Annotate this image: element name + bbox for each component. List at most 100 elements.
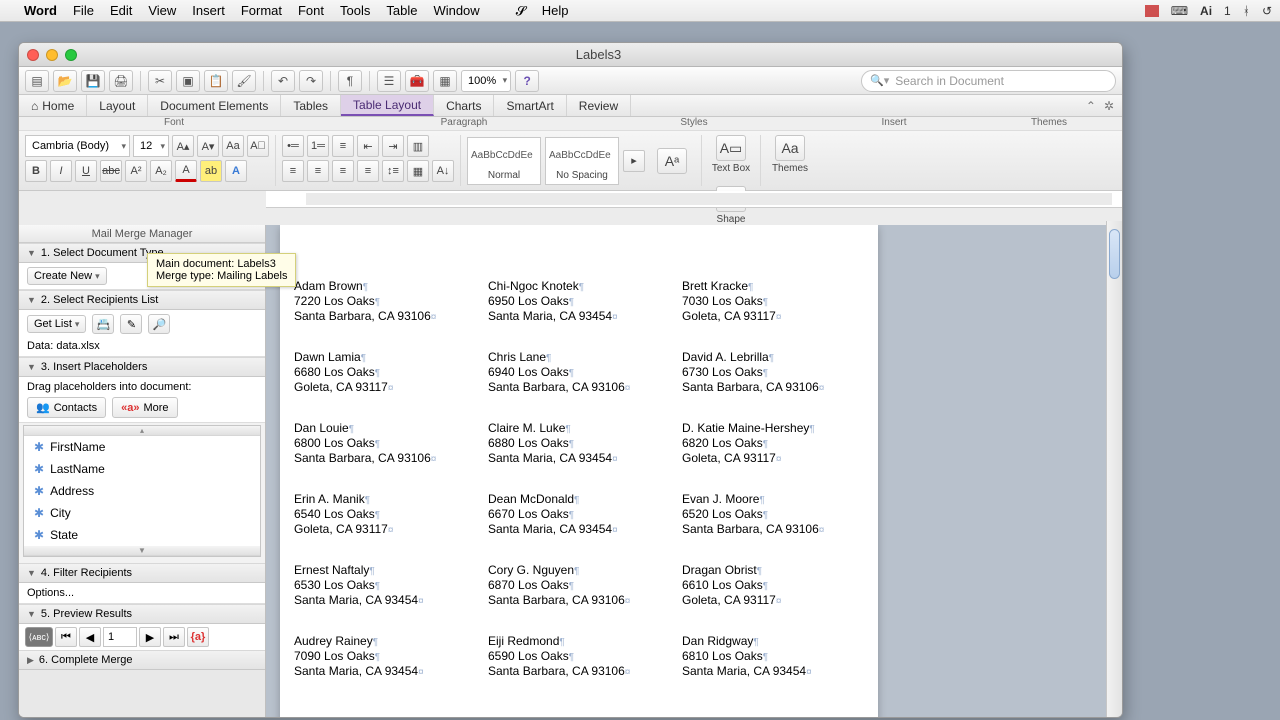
collapse-ribbon-icon[interactable]: ⌃ [1086,99,1096,113]
label-cell[interactable]: D. Katie Maine-Hershey¶6820 Los Oaks¶Gol… [676,421,870,466]
align-right-button[interactable]: ≡ [332,160,354,182]
clock-icon[interactable]: ↺ [1262,4,1272,18]
italic-button[interactable]: I [50,160,72,182]
field-lastname[interactable]: ✱LastName [24,458,260,480]
label-cell[interactable]: Erin A. Manik¶6540 Los Oaks¶Goleta, CA 9… [288,492,482,537]
create-new-button[interactable]: Create New [27,267,107,285]
menu-font[interactable]: Font [298,3,324,18]
format-painter-icon[interactable]: 🖌 [232,70,256,92]
tab-tables[interactable]: Tables [281,95,341,116]
close-button[interactable] [27,49,39,61]
label-cell[interactable]: Dean McDonald¶6670 Los Oaks¶Santa Maria,… [482,492,676,537]
horizontal-ruler[interactable] [266,191,1122,208]
print-icon[interactable]: 🖨 [109,70,133,92]
menu-insert[interactable]: Insert [192,3,225,18]
change-case-icon[interactable]: Aa [222,135,244,157]
menu-window[interactable]: Window [433,3,479,18]
label-cell[interactable]: David A. Lebrilla¶6730 Los Oaks¶Santa Ba… [676,350,870,395]
underline-button[interactable]: U [75,160,97,182]
search-input[interactable]: 🔍▾ Search in Document [861,70,1116,92]
adobe-icon[interactable]: Ai [1200,4,1212,18]
grow-font-icon[interactable]: A▴ [172,135,194,157]
edit-data-icon[interactable]: ✎ [120,314,142,334]
get-list-button[interactable]: Get List [27,315,86,333]
sidebar-icon[interactable]: ☰ [377,70,401,92]
ribbon-settings-icon[interactable]: ✲ [1104,99,1114,113]
textbox-button[interactable]: A▭Text Box [708,135,754,174]
label-cell[interactable]: Dan Ridgway¶6810 Los Oaks¶Santa Maria, C… [676,634,870,679]
font-color-button[interactable]: A [175,160,197,182]
superscript-button[interactable]: A² [125,160,147,182]
numbering-button[interactable]: 1═ [307,135,329,157]
zoom-select[interactable]: 100% [461,70,511,92]
tab-document-elements[interactable]: Document Elements [148,95,281,116]
subscript-button[interactable]: A₂ [150,160,172,182]
strike-button[interactable]: abc [100,160,122,182]
cut-icon[interactable]: ✂ [148,70,172,92]
label-cell[interactable]: Audrey Rainey¶7090 Los Oaks¶Santa Maria,… [288,634,482,679]
label-cell[interactable]: Cory G. Nguyen¶6870 Los Oaks¶Santa Barba… [482,563,676,608]
tab-charts[interactable]: Charts [434,95,494,116]
field-firstname[interactable]: ✱FirstName [24,436,260,458]
outdent-button[interactable]: ⇤ [357,135,379,157]
tab-layout[interactable]: Layout [87,95,148,116]
label-cell[interactable]: Dragan Obrist¶6610 Los Oaks¶Goleta, CA 9… [676,563,870,608]
line-spacing-button[interactable]: ↕≡ [382,160,404,182]
open-data-icon[interactable]: 📇 [92,314,114,334]
field-state[interactable]: ✱State [24,524,260,546]
columns-button[interactable]: ▥ [407,135,429,157]
step-2-header[interactable]: ▼2. Select Recipients List [19,290,265,310]
justify-button[interactable]: ≡ [357,160,379,182]
zoom-button[interactable] [65,49,77,61]
document-area[interactable]: Adam Brown¶7220 Los Oaks¶Santa Barbara, … [266,225,1122,717]
field-city[interactable]: ✱City [24,502,260,524]
label-cell[interactable]: Ernest Naftaly¶6530 Los Oaks¶Santa Maria… [288,563,482,608]
menu-file[interactable]: File [73,3,94,18]
indent-button[interactable]: ⇥ [382,135,404,157]
new-doc-icon[interactable]: ▤ [25,70,49,92]
script-icon[interactable]: 𝓢 [516,3,526,19]
first-record-button[interactable]: ⏮ [55,627,77,647]
copy-icon[interactable]: ▣ [176,70,200,92]
styles-more-icon[interactable]: ▸ [623,150,645,172]
contacts-button[interactable]: 👥Contacts [27,397,106,418]
more-fields-button[interactable]: «a»More [112,397,177,418]
bluetooth-icon[interactable]: ᚼ [1243,4,1250,18]
tab-home[interactable]: ⌂Home [19,95,87,116]
shrink-font-icon[interactable]: A▾ [197,135,219,157]
label-cell[interactable]: Dan Louie¶6800 Los Oaks¶Santa Barbara, C… [288,421,482,466]
menu-tools[interactable]: Tools [340,3,370,18]
field-address[interactable]: ✱Address [24,480,260,502]
label-cell[interactable]: Chris Lane¶6940 Los Oaks¶Santa Barbara, … [482,350,676,395]
multilevel-button[interactable]: ≡ [332,135,354,157]
open-icon[interactable]: 📂 [53,70,77,92]
bullets-button[interactable]: •═ [282,135,304,157]
last-record-button[interactable]: ⏭ [163,627,185,647]
step-4-header[interactable]: ▼4. Filter Recipients [19,563,265,583]
text-effects-button[interactable]: A [225,160,247,182]
app-name[interactable]: Word [24,3,57,18]
prev-record-button[interactable]: ◀ [79,627,101,647]
tab-table-layout[interactable]: Table Layout [341,95,434,116]
vertical-scrollbar[interactable] [1106,221,1122,717]
label-cell[interactable]: Evan J. Moore¶6520 Los Oaks¶Santa Barbar… [676,492,870,537]
menu-view[interactable]: View [148,3,176,18]
styles-pane-button[interactable]: Aᵃ [649,148,695,174]
menu-help[interactable]: Help [542,3,569,18]
undo-icon[interactable]: ↶ [271,70,295,92]
tab-review[interactable]: Review [567,95,631,116]
borders-button[interactable]: ▦ [407,160,429,182]
font-name-select[interactable]: Cambria (Body) [25,135,130,157]
step-5-header[interactable]: ▼5. Preview Results [19,604,265,624]
highlight-button[interactable]: ab [200,160,222,182]
menu-edit[interactable]: Edit [110,3,132,18]
flag-icon[interactable] [1145,5,1159,17]
scroll-up-icon[interactable] [24,426,260,436]
keyboard-icon[interactable]: ⌨︎ [1171,4,1188,18]
scrollbar-thumb[interactable] [1109,229,1120,279]
step-6-header[interactable]: ▶6. Complete Merge [19,650,265,670]
font-size-select[interactable]: 12 [133,135,169,157]
bold-button[interactable]: B [25,160,47,182]
label-cell[interactable]: Dawn Lamia¶6680 Los Oaks¶Goleta, CA 9311… [288,350,482,395]
label-cell[interactable]: Eiji Redmond¶6590 Los Oaks¶Santa Barbara… [482,634,676,679]
